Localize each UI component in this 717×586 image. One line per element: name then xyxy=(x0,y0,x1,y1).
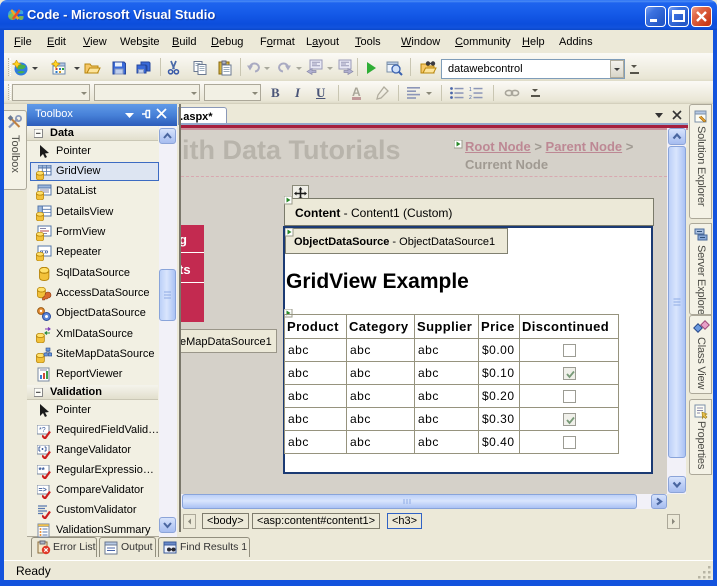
svg-text:2: 2 xyxy=(469,95,472,99)
svg-text:1: 1 xyxy=(469,87,472,93)
svg-text:=>: => xyxy=(39,487,47,494)
svg-text:**: ** xyxy=(39,466,46,475)
svg-text:*?: *? xyxy=(39,427,46,434)
